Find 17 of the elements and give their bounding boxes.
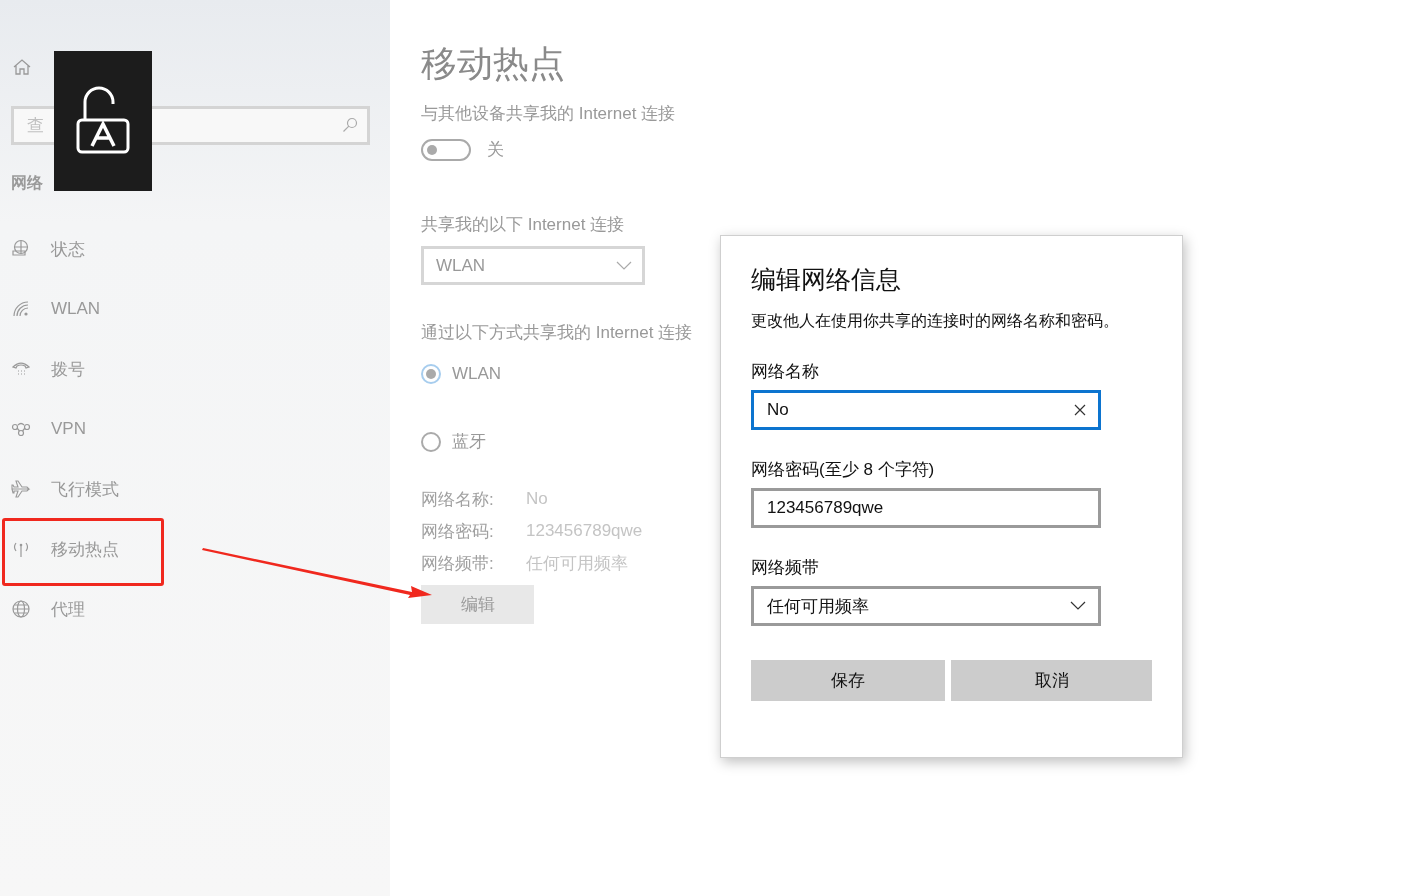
property-name: 网络频带: xyxy=(421,552,495,575)
toggle-label: 关 xyxy=(487,139,504,161)
field-label: 网络密码(至少 8 个字符) xyxy=(751,459,936,481)
setting-label: 与其他设备共享我的 Internet 连接 xyxy=(421,103,676,125)
property-value: 123456789qwe xyxy=(526,521,643,541)
field-label: 网络频带 xyxy=(751,557,820,579)
field-label: 网络名称 xyxy=(751,361,820,383)
section-heading: 网络 xyxy=(11,173,44,193)
property-value: No xyxy=(526,489,548,509)
property-name: 网络密码: xyxy=(421,520,495,543)
dialog-title: 编辑网络信息 xyxy=(751,264,902,295)
property-name: 网络名称: xyxy=(421,488,495,511)
dialog-description: 更改他人在使用你共享的连接时的网络名称和密码。 xyxy=(751,311,1120,331)
page-title: 移动热点 xyxy=(421,42,566,86)
setting-label: 共享我的以下 Internet 连接 xyxy=(421,214,625,236)
property-value: 任何可用频率 xyxy=(526,552,628,575)
setting-label: 通过以下方式共享我的 Internet 连接 xyxy=(421,322,693,344)
